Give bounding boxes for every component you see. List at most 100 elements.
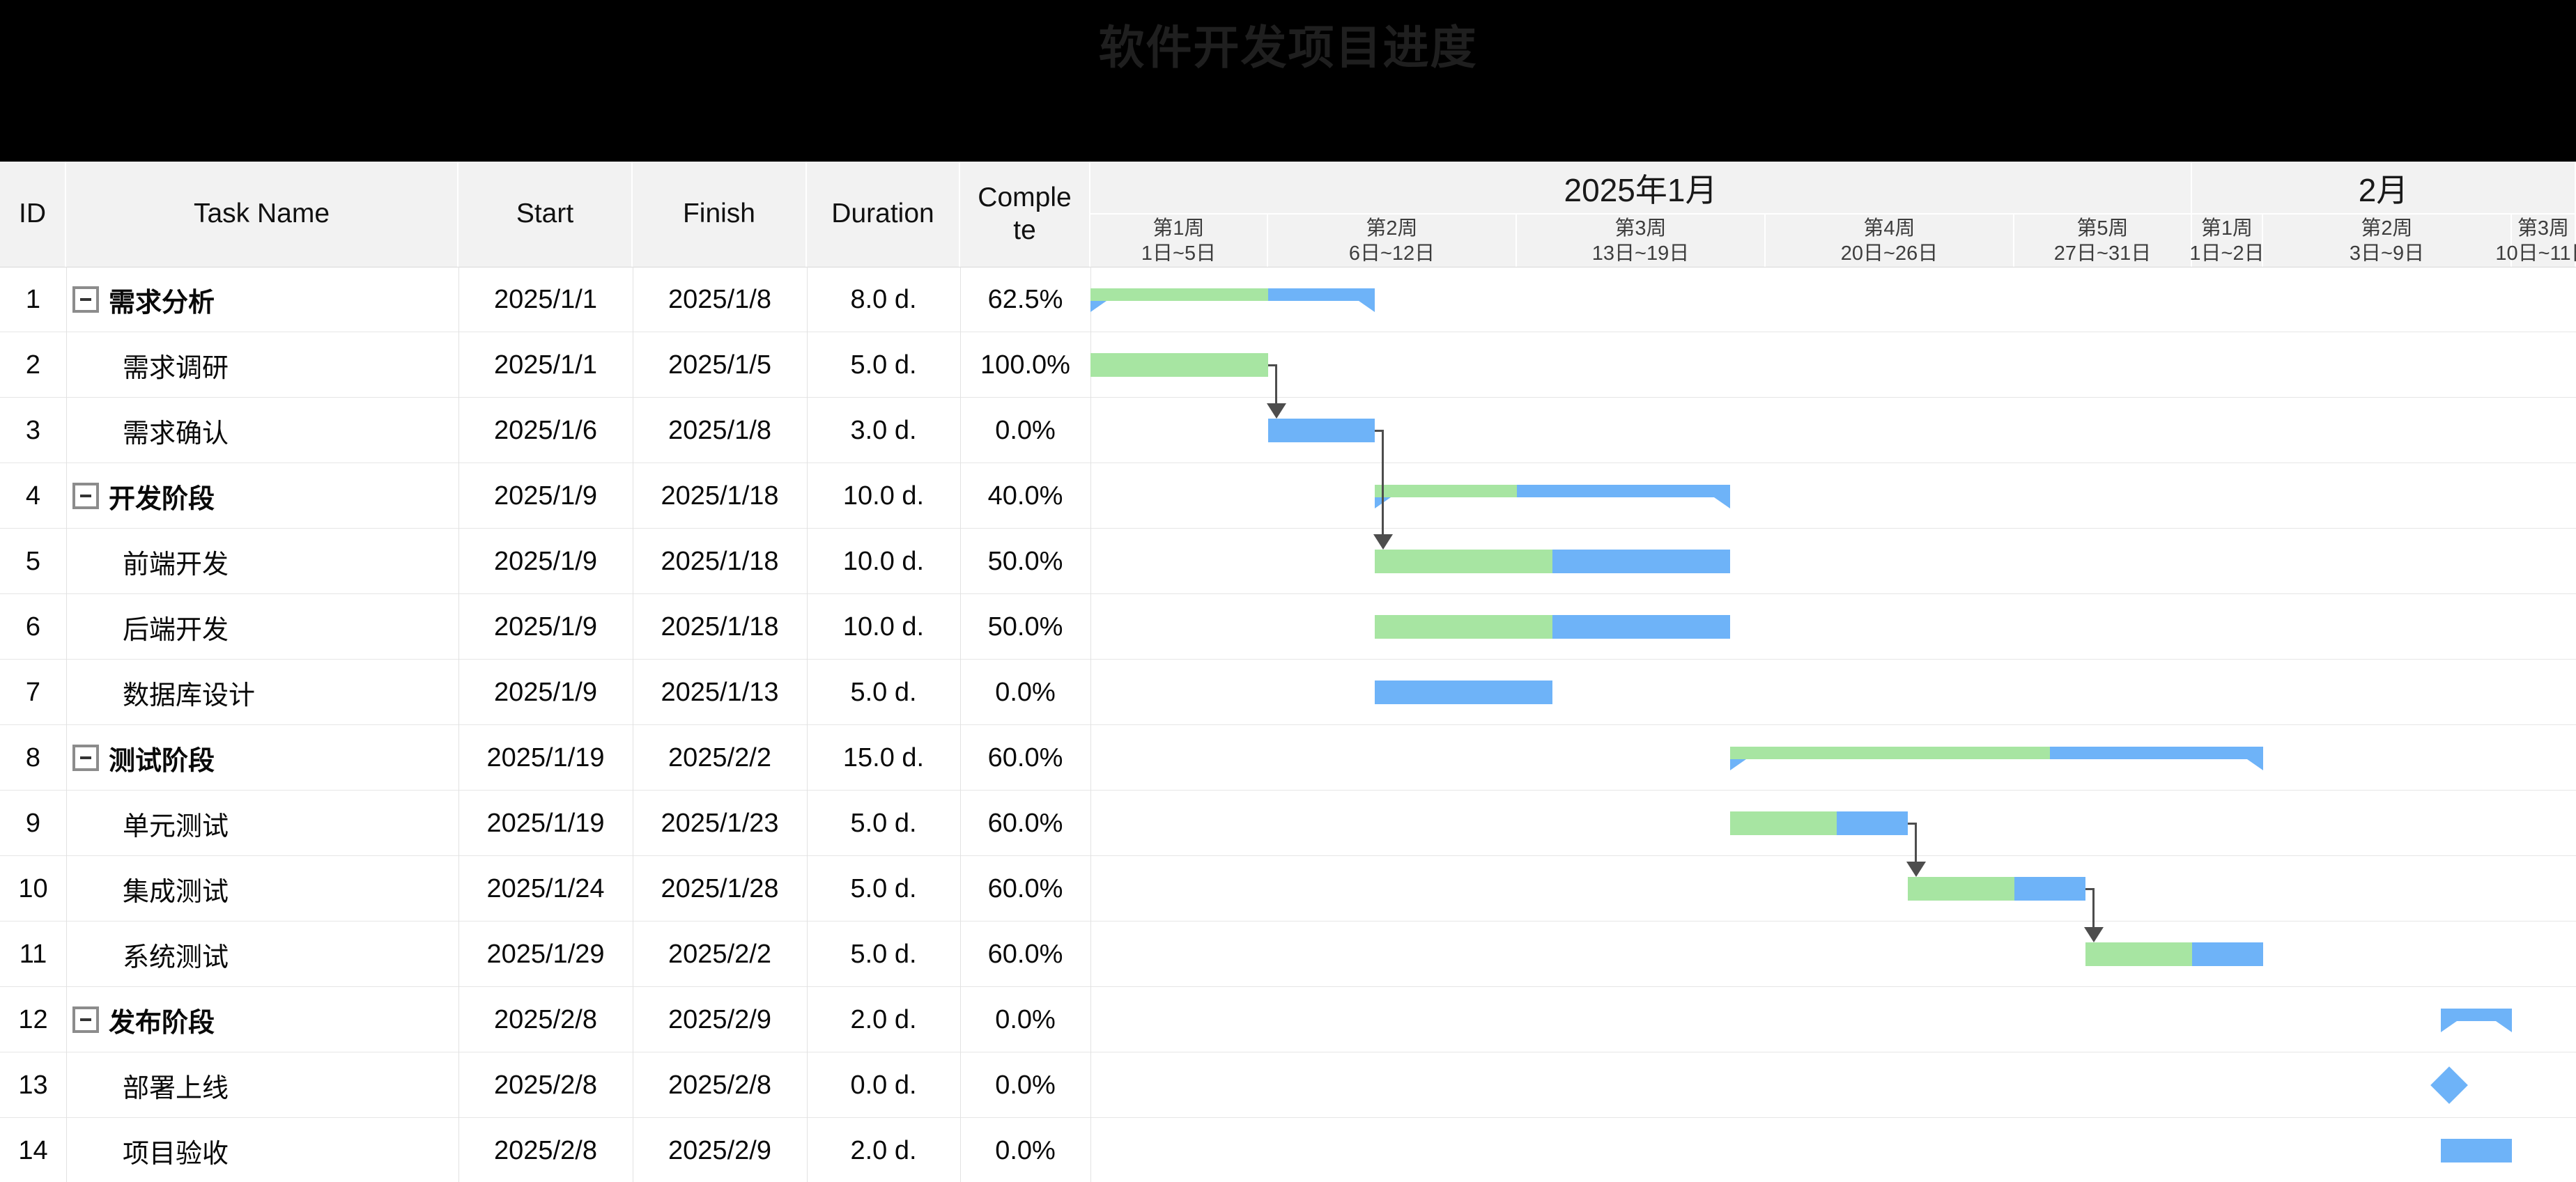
summary-bar[interactable] <box>1090 288 1375 301</box>
column-header-finish: Finish <box>633 162 807 267</box>
column-header-complete: Complete <box>960 162 1090 267</box>
task-finish-cell: 2025/1/5 <box>633 332 807 398</box>
task-row[interactable]: 12发布阶段2025/2/82025/2/92.0 d.0.0% <box>0 987 1090 1052</box>
task-row[interactable]: 2需求调研2025/1/12025/1/55.0 d.100.0% <box>0 332 1090 398</box>
task-bar[interactable] <box>2441 1139 2512 1162</box>
timeline-week: 第3周10日~11日 <box>2512 215 2576 267</box>
task-row[interactable]: 3需求确认2025/1/62025/1/83.0 d.0.0% <box>0 398 1090 463</box>
task-row[interactable]: 9单元测试2025/1/192025/1/235.0 d.60.0% <box>0 791 1090 856</box>
week-number: 第3周 <box>2495 215 2576 240</box>
summary-bar[interactable] <box>2441 1009 2512 1021</box>
task-duration-cell: 2.0 d. <box>807 1118 960 1182</box>
week-number: 第1周 <box>2189 215 2264 240</box>
bar-complete-segment <box>1090 353 1268 377</box>
task-duration-cell: 5.0 d. <box>807 332 960 398</box>
bar-remaining-segment <box>1837 811 1908 835</box>
task-row[interactable]: 13部署上线2025/2/82025/2/80.0 d.0.0% <box>0 1052 1090 1118</box>
task-row[interactable]: 10集成测试2025/1/242025/1/285.0 d.60.0% <box>0 856 1090 922</box>
task-duration-cell: 5.0 d. <box>807 922 960 987</box>
task-duration-cell: 0.0 d. <box>807 1052 960 1118</box>
task-row[interactable]: 7数据库设计2025/1/92025/1/135.0 d.0.0% <box>0 660 1090 725</box>
task-name-label: 测试阶段 <box>109 739 215 777</box>
collapse-icon[interactable] <box>72 286 99 313</box>
timeline-week-label: 第1周1日~2日 <box>2189 215 2264 266</box>
week-number: 第5周 <box>2054 215 2151 240</box>
collapse-icon[interactable] <box>72 1006 99 1033</box>
column-header-id: ID <box>0 162 66 267</box>
bar-remaining-segment <box>1552 615 1730 639</box>
task-duration-cell: 10.0 d. <box>807 594 960 660</box>
task-row[interactable]: 1需求分析2025/1/12025/1/88.0 d.62.5% <box>0 267 1090 332</box>
bar-remaining-segment <box>2014 877 2085 901</box>
task-bar[interactable] <box>1090 353 1268 377</box>
task-id-cell: 14 <box>0 1118 66 1182</box>
task-finish-cell: 2025/1/23 <box>633 791 807 856</box>
week-date-range: 1日~2日 <box>2189 241 2264 266</box>
task-duration-cell: 5.0 d. <box>807 856 960 922</box>
task-id-cell: 3 <box>0 398 66 463</box>
week-number: 第1周 <box>1141 215 1216 240</box>
task-bar[interactable] <box>2085 942 2263 966</box>
task-start-cell: 2025/2/8 <box>458 1118 633 1182</box>
task-name-label: 数据库设计 <box>123 674 255 712</box>
task-start-cell: 2025/2/8 <box>458 1052 633 1118</box>
dependency-connector-v <box>2092 888 2095 930</box>
week-number: 第4周 <box>1841 215 1938 240</box>
task-row[interactable]: 4开发阶段2025/1/92025/1/1810.0 d.40.0% <box>0 463 1090 529</box>
task-name-cell: 数据库设计 <box>66 660 465 725</box>
task-duration-cell: 15.0 d. <box>807 725 960 791</box>
task-duration-cell: 2.0 d. <box>807 987 960 1052</box>
task-complete-cell: 50.0% <box>960 594 1090 660</box>
task-start-cell: 2025/1/19 <box>458 725 633 791</box>
task-name-cell: 测试阶段 <box>66 725 465 791</box>
task-bar[interactable] <box>1730 811 1908 835</box>
task-name-cell: 后端开发 <box>66 594 465 660</box>
task-bar[interactable] <box>1375 550 1730 573</box>
week-date-range: 1日~5日 <box>1141 241 1216 266</box>
column-header-start: Start <box>458 162 633 267</box>
task-row[interactable]: 8测试阶段2025/1/192025/2/215.0 d.60.0% <box>0 725 1090 791</box>
task-bar[interactable] <box>1908 877 2085 901</box>
collapse-icon[interactable] <box>72 745 99 771</box>
page-title: 软件开发项目进度 <box>0 18 2576 78</box>
task-bar[interactable] <box>1268 419 1375 442</box>
summary-bar[interactable] <box>1375 485 1730 497</box>
timeline-week-label: 第3周10日~11日 <box>2495 215 2576 266</box>
task-bar[interactable] <box>1375 681 1552 704</box>
task-finish-cell: 2025/1/8 <box>633 267 807 332</box>
bar-complete-segment <box>1375 485 1517 497</box>
task-id-cell: 4 <box>0 463 66 529</box>
milestone-diamond[interactable] <box>2430 1066 2468 1104</box>
task-name-label: 开发阶段 <box>109 477 215 515</box>
summary-bar[interactable] <box>1730 747 2263 759</box>
timeline-week-label: 第5周27日~31日 <box>2054 215 2151 266</box>
task-complete-cell: 0.0% <box>960 398 1090 463</box>
task-row[interactable]: 11系统测试2025/1/292025/2/25.0 d.60.0% <box>0 922 1090 987</box>
task-name-label: 需求确认 <box>123 412 229 450</box>
task-start-cell: 2025/1/9 <box>458 660 633 725</box>
task-row[interactable]: 5前端开发2025/1/92025/1/1810.0 d.50.0% <box>0 529 1090 594</box>
week-date-range: 3日~9日 <box>2350 241 2424 266</box>
task-name-label: 需求调研 <box>123 346 229 384</box>
week-number: 第2周 <box>2350 215 2424 240</box>
task-finish-cell: 2025/1/18 <box>633 463 807 529</box>
bar-complete-segment <box>1908 877 2014 901</box>
bar-complete-segment <box>1090 288 1268 301</box>
dependency-connector-v <box>1382 430 1384 537</box>
task-row[interactable]: 14项目验收2025/2/82025/2/92.0 d.0.0% <box>0 1118 1090 1182</box>
timeline-month: 2月 <box>2192 162 2576 215</box>
summary-cap-right <box>1714 497 1730 508</box>
week-date-range: 10日~11日 <box>2495 241 2576 266</box>
task-id-cell: 5 <box>0 529 66 594</box>
task-name-cell: 发布阶段 <box>66 987 465 1052</box>
task-finish-cell: 2025/2/9 <box>633 1118 807 1182</box>
collapse-icon[interactable] <box>72 483 99 509</box>
column-grid-line <box>1090 267 1091 1182</box>
arrow-down-icon <box>1906 862 1926 877</box>
task-row[interactable]: 6后端开发2025/1/92025/1/1810.0 d.50.0% <box>0 594 1090 660</box>
arrow-down-icon <box>2084 927 2104 942</box>
summary-cap-left <box>1090 301 1106 312</box>
task-bar[interactable] <box>1375 615 1730 639</box>
bar-remaining-segment <box>1375 681 1552 704</box>
column-header-line: te <box>960 215 1089 247</box>
